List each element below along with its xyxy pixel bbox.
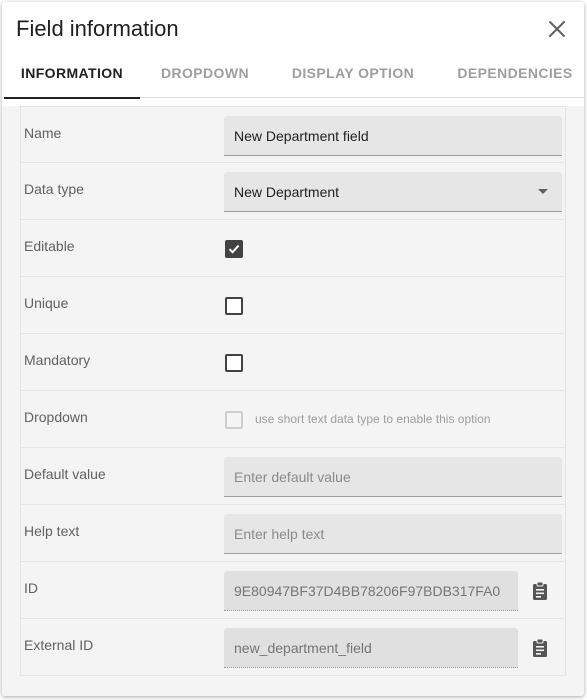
tab-bar: INFORMATION DROPDOWN DISPLAY OPTION DEPE… — [2, 54, 584, 99]
field-information-dialog: Field information INFORMATION DROPDOWN D… — [2, 2, 584, 696]
name-input[interactable] — [224, 116, 562, 156]
tab-information[interactable]: INFORMATION — [4, 54, 140, 99]
row-help-text: Help text — [21, 505, 565, 562]
caret-down-icon — [538, 189, 548, 194]
form: Name Data type New Department Editable U… — [20, 106, 566, 676]
data-type-select[interactable]: New Department — [224, 172, 562, 212]
unique-label: Unique — [24, 295, 69, 311]
unique-checkbox[interactable] — [225, 297, 243, 315]
tab-dependencies[interactable]: DEPENDENCIES — [442, 54, 584, 98]
help-text-label: Help text — [24, 523, 80, 539]
row-mandatory: Mandatory — [21, 334, 565, 391]
mandatory-checkbox[interactable] — [225, 354, 243, 372]
tab-display-option[interactable]: DISPLAY OPTION — [274, 54, 432, 98]
id-field[interactable] — [224, 571, 518, 611]
row-dropdown: Dropdown use short text data type to ena… — [21, 391, 565, 448]
data-type-label: Data type — [24, 181, 84, 197]
dropdown-hint: use short text data type to enable this … — [255, 412, 491, 426]
help-text-input[interactable] — [224, 514, 562, 554]
checkmark-icon — [228, 244, 240, 254]
editable-checkbox[interactable] — [225, 240, 243, 258]
close-icon[interactable] — [546, 18, 568, 40]
row-external-id: External ID — [21, 619, 565, 676]
row-default-value: Default value — [21, 448, 565, 505]
dropdown-label: Dropdown — [24, 409, 88, 425]
row-unique: Unique — [21, 277, 565, 334]
name-label: Name — [24, 125, 62, 141]
clipboard-icon[interactable] — [531, 638, 549, 658]
mandatory-label: Mandatory — [24, 352, 91, 368]
editable-label: Editable — [24, 238, 75, 254]
tab-dropdown[interactable]: DROPDOWN — [142, 54, 268, 98]
clipboard-icon[interactable] — [531, 581, 549, 601]
id-label: ID — [24, 580, 38, 596]
dialog-title: Field information — [16, 16, 179, 41]
dialog-header: Field information — [2, 2, 584, 54]
default-value-input[interactable] — [224, 457, 562, 497]
external-id-field[interactable] — [224, 628, 518, 668]
row-data-type: Data type New Department — [21, 163, 565, 220]
row-id: ID — [21, 562, 565, 619]
data-type-value: New Department — [234, 184, 340, 200]
row-editable: Editable — [21, 220, 565, 277]
form-panel: Name Data type New Department Editable U… — [2, 106, 584, 696]
dropdown-checkbox — [225, 411, 243, 429]
default-value-label: Default value — [24, 466, 106, 482]
row-name: Name — [21, 106, 565, 163]
external-id-label: External ID — [24, 637, 94, 653]
